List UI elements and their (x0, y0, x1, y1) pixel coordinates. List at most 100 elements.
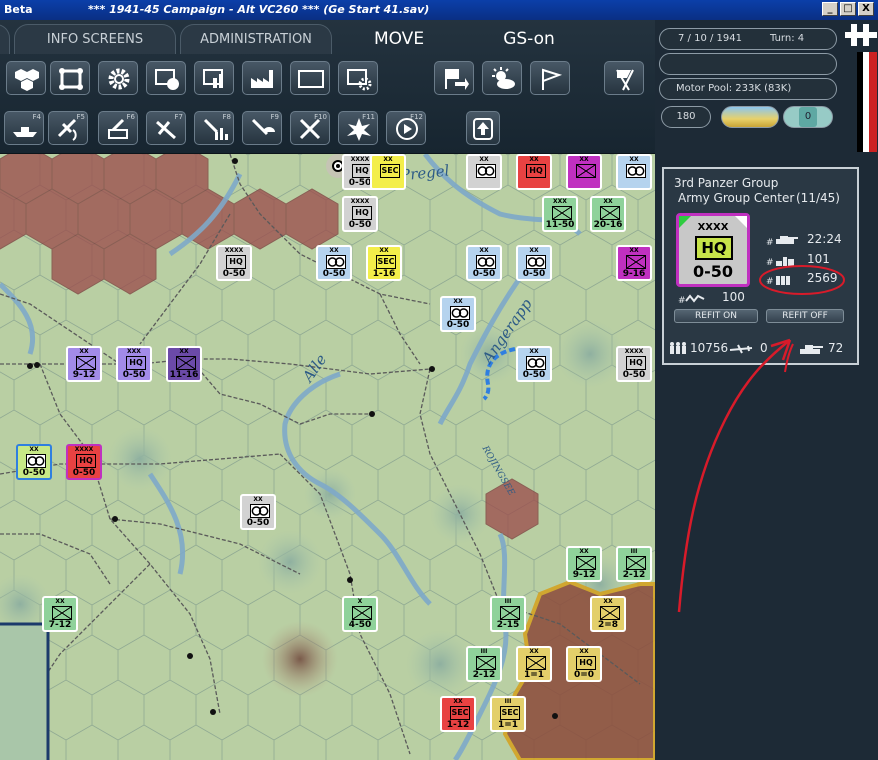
unit-counter[interactable]: XX HQ (516, 154, 552, 190)
unit-type-symbol (626, 255, 646, 269)
nation-flag-icon (845, 22, 877, 152)
unit-counter[interactable]: XX 9-16 (616, 245, 652, 281)
tab-previous[interactable] (0, 24, 10, 54)
unit-size: XX (603, 598, 613, 605)
unit-size: III (480, 648, 488, 655)
weather-indicator (721, 106, 779, 128)
air-strike-button[interactable]: F7 (146, 111, 186, 145)
tab-move[interactable]: MOVE (340, 24, 458, 54)
unit-counter[interactable]: XX 9-12 (66, 346, 102, 382)
unit-counter[interactable]: XX 0-50 (16, 444, 52, 480)
unit-strength: 1=1 (497, 720, 519, 730)
unit-counter[interactable]: X 4-50 (342, 596, 378, 632)
flag-arrow-button[interactable] (434, 61, 474, 95)
unit-counter[interactable]: XX 0-50 (440, 296, 476, 332)
unit-type-symbol (526, 356, 546, 370)
artillery-button[interactable]: F6 (98, 111, 138, 145)
chart-button[interactable] (194, 61, 234, 95)
unit-type-symbol (526, 255, 546, 269)
production-button[interactable] (242, 61, 282, 95)
air-transfer-button[interactable]: F10 (290, 111, 330, 145)
close-button[interactable]: X (858, 2, 874, 16)
unit-counter[interactable]: XX 1=1 (516, 646, 552, 682)
unit-frame-button[interactable] (50, 61, 90, 95)
scenario-flags-button[interactable] (604, 61, 644, 95)
weather-button[interactable] (482, 61, 522, 95)
unit-name: 3rd Panzer Group (674, 176, 779, 190)
unit-type-symbol: HQ (126, 356, 146, 370)
flag-button[interactable] (530, 61, 570, 95)
svg-text:#: # (766, 238, 774, 247)
unit-counter[interactable]: XX 0-50 (466, 245, 502, 281)
maximize-button[interactable]: □ (840, 2, 856, 16)
unit-counter[interactable]: XX 7-12 (42, 596, 78, 632)
unit-counter[interactable]: XX 20-16 (590, 196, 626, 232)
unit-counter[interactable]: III SEC 1=1 (490, 696, 526, 732)
unit-strength: 0-50 (72, 468, 96, 478)
unit-counter[interactable]: XXXX HQ 0-50 (342, 196, 378, 232)
unit-strength: 2=8 (597, 620, 619, 630)
unit-type-symbol (552, 206, 572, 220)
unit-counter[interactable]: XXXX HQ 0-50 (616, 346, 652, 382)
unit-counter[interactable]: III 2-12 (616, 546, 652, 582)
air-recon-button[interactable]: F5 (48, 111, 88, 145)
unit-counter[interactable]: XX 0-50 (240, 494, 276, 530)
unit-counter[interactable]: XX HQ 0=0 (566, 646, 602, 682)
hotkey-f10: F10 (314, 113, 327, 121)
unit-counter[interactable]: XXX HQ 0-50 (116, 346, 152, 382)
tab-gs-on[interactable]: GS-on (470, 24, 588, 54)
minimize-button[interactable]: _ (822, 2, 838, 16)
unit-counter[interactable]: III 2-12 (466, 646, 502, 682)
unit-select-button[interactable] (146, 61, 186, 95)
factory-icon (251, 70, 273, 88)
unit-counter[interactable]: XX SEC 1-16 (366, 245, 402, 281)
raise-button[interactable] (466, 111, 500, 145)
unit-counter[interactable]: XX 0-50 (516, 346, 552, 382)
unit-counter[interactable]: XX 9-12 (566, 546, 602, 582)
tab-info-screens[interactable]: INFO SCREENS (14, 24, 176, 54)
unit-counter[interactable]: XX SEC 1-12 (440, 696, 476, 732)
unit-type-symbol (450, 306, 470, 320)
air-bombard-button[interactable]: F8 (194, 111, 234, 145)
hex-group-button[interactable] (6, 61, 46, 95)
unit-counter[interactable]: III 2-15 (490, 596, 526, 632)
unit-counter[interactable]: XX SEC (370, 154, 406, 190)
unit-type-symbol: HQ (76, 454, 96, 468)
unit-size: XX (383, 156, 393, 163)
unit-counter[interactable]: XX (466, 154, 502, 190)
unit-strength: 0-50 (622, 370, 646, 380)
unit-counter[interactable]: XX 2=8 (590, 596, 626, 632)
unit-strength: 20-16 (593, 220, 623, 230)
unit-counter[interactable]: XX 11-16 (166, 346, 202, 382)
tab-administration[interactable]: ADMINISTRATION (180, 24, 332, 54)
unit-counter[interactable]: XXXX HQ 0-50 (66, 444, 102, 480)
unit-type-symbol (476, 255, 496, 269)
unit-counter[interactable]: XX 0-50 (516, 245, 552, 281)
unit-counter[interactable]: XX 0-50 (316, 245, 352, 281)
turn-number: Turn: 4 (770, 33, 805, 44)
naval-button[interactable]: F4 (4, 111, 44, 145)
attack-button[interactable]: F11 (338, 111, 378, 145)
unit-strength: 0-50 (472, 269, 496, 279)
unit-strength: 1-12 (446, 720, 470, 730)
selected-unit-counter[interactable]: XXXX HQ 0-50 (676, 213, 750, 287)
unit-strength: 1=1 (523, 670, 545, 680)
end-turn-button[interactable]: F12 (386, 111, 426, 145)
hotkey-f6: F6 (126, 113, 135, 121)
settings-button[interactable] (98, 61, 138, 95)
unit-type-symbol: SEC (376, 255, 396, 269)
value-number: 180 (676, 111, 696, 122)
unit-size: III (504, 598, 512, 605)
unit-settings-button[interactable] (338, 61, 378, 95)
unit-type-symbol (326, 255, 346, 269)
unit-counter[interactable]: XX (566, 154, 602, 190)
hex-map[interactable]: Pregel Angerapp Alle ROJINGSEE XXXX HQ 0-5… (0, 154, 655, 760)
rectangle-icon (298, 70, 324, 88)
unit-size: XX (453, 298, 463, 305)
unit-counter[interactable]: XXX 11-50 (542, 196, 578, 232)
box-button[interactable] (290, 61, 330, 95)
paradrop-button[interactable]: F9 (242, 111, 282, 145)
annotation-circle (759, 265, 845, 295)
unit-counter[interactable]: XX (616, 154, 652, 190)
unit-counter[interactable]: XXXX HQ 0-50 (216, 245, 252, 281)
